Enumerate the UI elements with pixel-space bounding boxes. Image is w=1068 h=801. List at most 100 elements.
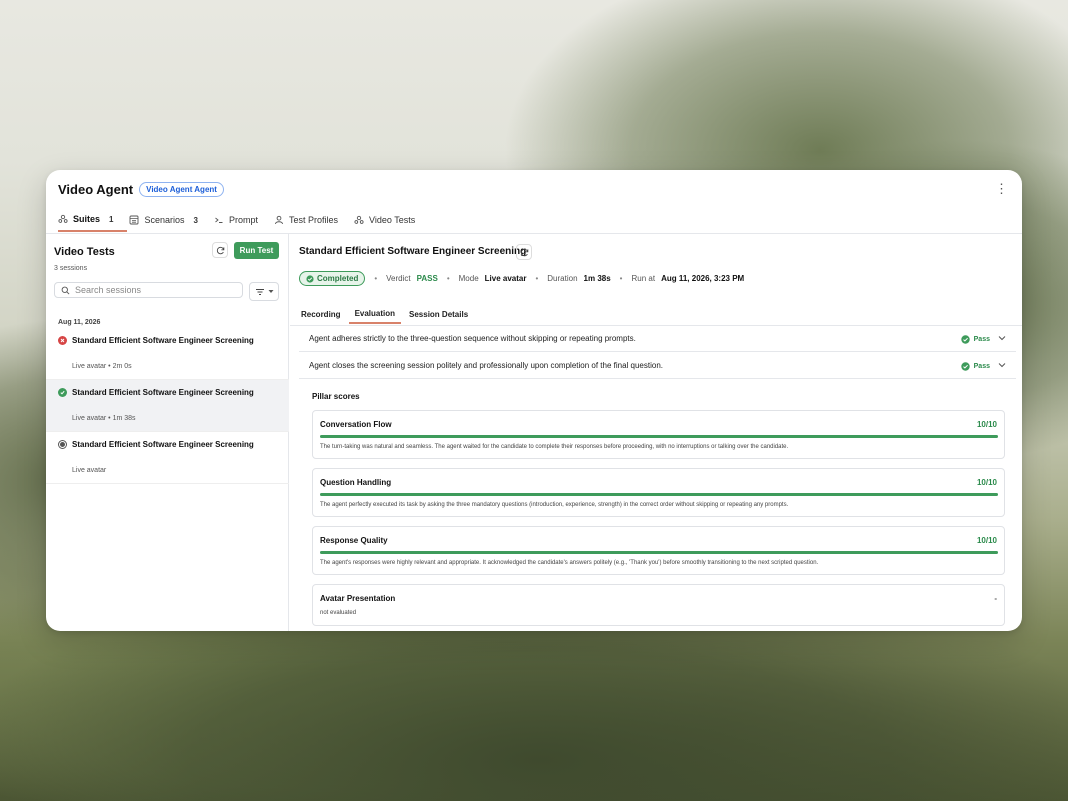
date-group-label: Aug 11, 2026 bbox=[58, 319, 101, 326]
pillar-score: 10/10 bbox=[976, 536, 997, 545]
score-bar bbox=[320, 551, 998, 554]
score-bar-fill bbox=[320, 493, 998, 496]
pillar-card: Avatar Presentation - not evaluated bbox=[312, 584, 1005, 626]
score-bar bbox=[320, 493, 998, 496]
pillar-card: Question Handling 10/10 The agent perfec… bbox=[312, 468, 1005, 517]
tab-label: Video Tests bbox=[369, 215, 416, 225]
pillar-name: Conversation Flow bbox=[320, 420, 392, 429]
search-box bbox=[54, 282, 243, 298]
pillar-description: not evaluated bbox=[320, 610, 357, 616]
criterion-row[interactable]: Agent closes the screening session polit… bbox=[299, 353, 1016, 379]
refresh-icon bbox=[216, 246, 224, 254]
pillar-name: Avatar Presentation bbox=[320, 594, 396, 603]
session-item[interactable]: Standard Efficient Software Engineer Scr… bbox=[46, 432, 289, 484]
pillar-score: - bbox=[994, 594, 997, 603]
score-bar bbox=[320, 435, 998, 438]
session-meta: Live avatar • 2m 0s bbox=[72, 363, 132, 370]
check-icon bbox=[306, 274, 314, 283]
user-icon bbox=[275, 215, 283, 225]
tab-suites[interactable]: Suites 1 bbox=[58, 208, 128, 232]
session-meta: Live avatar bbox=[72, 467, 107, 474]
pillar-card: Response Quality 10/10 The agent's respo… bbox=[312, 526, 1005, 575]
chevron-down-icon[interactable] bbox=[998, 362, 1006, 368]
verdict-label: Verdict bbox=[386, 274, 411, 283]
score-bar-fill bbox=[320, 551, 998, 554]
tab-test-profiles[interactable]: Test Profiles bbox=[274, 208, 352, 232]
table-icon bbox=[130, 215, 139, 225]
tab-label: Scenarios bbox=[144, 215, 185, 225]
terminal-icon bbox=[215, 217, 223, 223]
tab-count: 3 bbox=[193, 215, 198, 225]
failed-status-icon bbox=[58, 336, 67, 345]
users-icon bbox=[58, 214, 68, 223]
run-test-button[interactable]: Run Test bbox=[234, 242, 279, 259]
session-count: 3 sessions bbox=[54, 265, 88, 272]
check-circle-icon bbox=[960, 362, 970, 371]
criterion-text: Agent closes the screening session polit… bbox=[309, 361, 663, 370]
pillar-description: The agent's responses were highly releva… bbox=[320, 560, 819, 566]
app-title: Video Agent bbox=[58, 182, 134, 197]
pillar-card: Conversation Flow 10/10 The turn-taking … bbox=[312, 410, 1005, 459]
tab-evaluation[interactable]: Evaluation bbox=[348, 304, 402, 324]
completed-status-icon bbox=[58, 388, 67, 397]
detail-title: Standard Efficient Software Engineer Scr… bbox=[299, 246, 527, 257]
duration-label: Duration bbox=[547, 274, 578, 283]
mode-label: Mode bbox=[458, 274, 479, 283]
tab-video-tests[interactable]: Video Tests bbox=[354, 208, 429, 232]
session-item[interactable]: Standard Efficient Software Engineer Scr… bbox=[46, 328, 289, 380]
agent-type-badge: Video Agent Agent bbox=[139, 182, 224, 197]
score-bar-fill bbox=[320, 435, 998, 438]
tab-label: Prompt bbox=[228, 215, 258, 225]
search-icon bbox=[61, 286, 70, 294]
search-input[interactable] bbox=[75, 285, 235, 295]
pillar-score: 10/10 bbox=[976, 478, 997, 487]
status-badge: Completed bbox=[299, 271, 366, 286]
session-title: Standard Efficient Software Engineer Scr… bbox=[72, 388, 254, 397]
criterion-result: Pass bbox=[960, 335, 990, 344]
tab-label: Test Profiles bbox=[288, 215, 338, 225]
run-at-value: Aug 11, 2026, 3:23 PM bbox=[661, 274, 745, 283]
pillar-name: Question Handling bbox=[320, 478, 392, 487]
refresh-button[interactable] bbox=[212, 242, 228, 258]
refresh-icon bbox=[520, 248, 528, 256]
tab-session-details[interactable]: Session Details bbox=[403, 304, 474, 324]
pillar-name: Response Quality bbox=[320, 536, 388, 545]
session-detail: Standard Efficient Software Engineer Scr… bbox=[290, 234, 1022, 631]
main-tabs: Suites 1 Scenarios 3 Prompt Test Profile… bbox=[58, 208, 431, 234]
chevron-down-icon bbox=[268, 290, 273, 293]
top-bar: Video Agent Video Agent Agent ⋮ Suites 1… bbox=[46, 170, 1022, 234]
pillar-scores-heading: Pillar scores bbox=[312, 392, 360, 401]
more-options-icon[interactable]: ⋮ bbox=[995, 182, 1008, 196]
sessions-sidebar: Video Tests 3 sessions Run Test Aug 11, … bbox=[46, 234, 289, 631]
mode-value: Live avatar bbox=[484, 274, 527, 283]
tab-recording[interactable]: Recording bbox=[295, 304, 347, 324]
tab-label: Suites bbox=[73, 214, 101, 224]
filter-icon bbox=[255, 288, 264, 295]
chevron-down-icon[interactable] bbox=[998, 335, 1006, 341]
session-item-selected[interactable]: Standard Efficient Software Engineer Scr… bbox=[46, 380, 289, 432]
pillar-description: The agent perfectly executed its task by… bbox=[320, 502, 789, 508]
run-at-label: Run at bbox=[631, 274, 656, 283]
pillar-score: 10/10 bbox=[976, 420, 997, 429]
criterion-result-label: Pass bbox=[973, 336, 990, 343]
status-row: Completed • Verdict PASS • Mode Live ava… bbox=[299, 271, 744, 286]
session-meta: Live avatar • 1m 38s bbox=[72, 415, 136, 422]
criterion-result: Pass bbox=[960, 362, 990, 371]
tab-prompt[interactable]: Prompt bbox=[214, 208, 272, 232]
app-window: Video Agent Video Agent Agent ⋮ Suites 1… bbox=[46, 170, 1022, 631]
detail-tabs: Recording Evaluation Session Details bbox=[295, 304, 476, 326]
status-text: Completed bbox=[317, 274, 359, 283]
criterion-row[interactable]: Agent adheres strictly to the three-ques… bbox=[299, 326, 1016, 352]
check-circle-icon bbox=[960, 335, 970, 344]
users-icon bbox=[354, 215, 364, 224]
filter-button[interactable] bbox=[249, 282, 279, 301]
pending-status-icon bbox=[58, 440, 67, 449]
session-title: Standard Efficient Software Engineer Scr… bbox=[72, 440, 254, 449]
tab-scenarios[interactable]: Scenarios 3 bbox=[129, 208, 211, 232]
pillar-description: The turn-taking was natural and seamless… bbox=[320, 444, 789, 450]
duration-value: 1m 38s bbox=[583, 274, 611, 283]
criterion-result-label: Pass bbox=[973, 363, 990, 370]
tab-count: 1 bbox=[109, 214, 114, 224]
criterion-text: Agent adheres strictly to the three-ques… bbox=[309, 334, 636, 343]
detail-refresh-button[interactable] bbox=[516, 244, 532, 260]
